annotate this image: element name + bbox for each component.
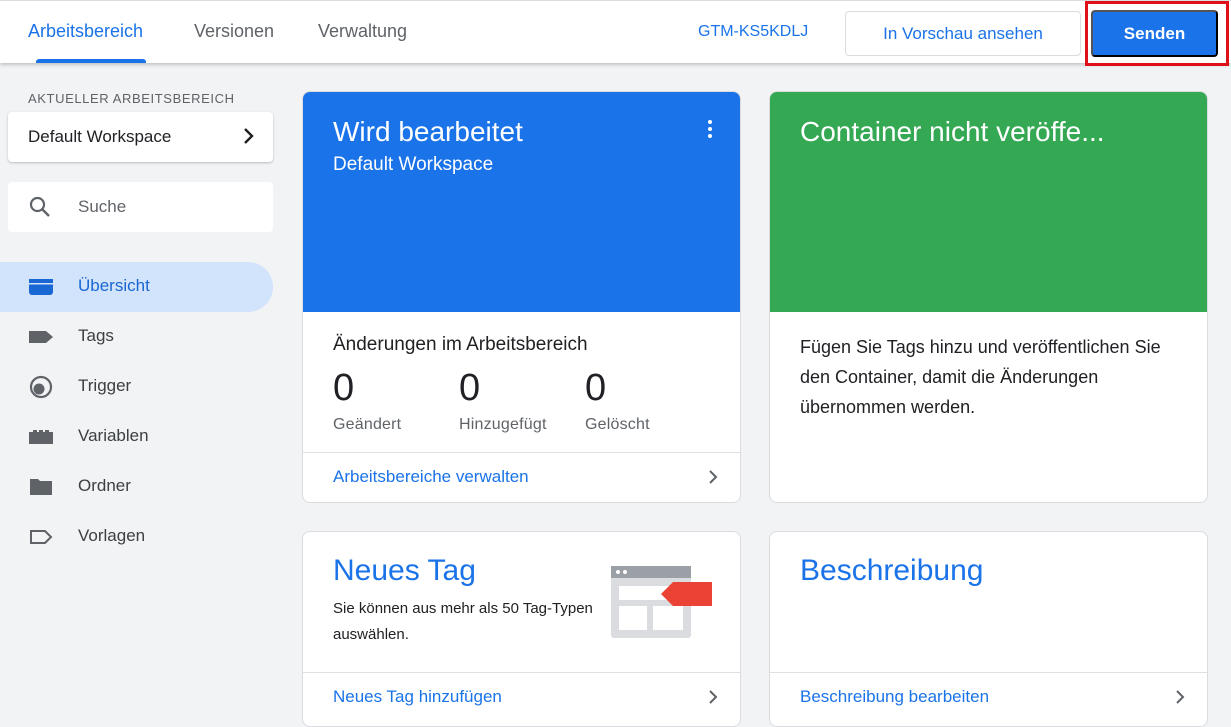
stat-added: 0 Hinzugefügt (459, 366, 547, 434)
new-tag-title: Neues Tag (333, 554, 476, 587)
sidebar-item-label: Variablen (78, 426, 149, 445)
stat-label: Geändert (333, 416, 402, 433)
variables-icon (28, 425, 54, 449)
workspace-card-subtitle: Default Workspace (333, 154, 494, 175)
chevron-right-icon (1175, 689, 1185, 710)
chevron-right-icon (708, 689, 718, 710)
new-tag-text: Sie können aus mehr als 50 Tag-Typen aus… (333, 600, 593, 643)
chevron-right-icon (708, 469, 718, 490)
tab-arbeitsbereich[interactable]: Arbeitsbereich (28, 21, 143, 42)
sidebar-item-label: Trigger (78, 376, 132, 395)
new-tag-card: Neues Tag Sie können aus mehr als 50 Tag… (302, 531, 741, 727)
sidebar-item-label: Übersicht (78, 276, 150, 295)
sidebar-item-label: Ordner (78, 476, 131, 495)
edit-description-row[interactable]: Beschreibung bearbeiten (770, 672, 1207, 722)
tag-illustration-icon (611, 566, 713, 643)
workspace-name: Default Workspace (28, 127, 172, 146)
trigger-icon (28, 375, 54, 399)
sidebar-item-tags[interactable]: Tags (0, 312, 273, 362)
sidebar-item-label: Vorlagen (78, 526, 146, 545)
manage-workspaces-row[interactable]: Arbeitsbereiche verwalten (303, 452, 740, 502)
chevron-right-icon (243, 127, 255, 150)
changes-heading: Änderungen im Arbeitsbereich (333, 334, 588, 355)
workspace-card-title: Wird bearbeitet (333, 116, 523, 147)
sidebar-item-folders[interactable]: Ordner (0, 462, 273, 512)
stat-deleted: 0 Gelöscht (585, 366, 650, 434)
submit-button[interactable]: Senden (1091, 10, 1218, 57)
preview-button[interactable]: In Vorschau ansehen (845, 11, 1081, 56)
tab-versionen[interactable]: Versionen (194, 21, 274, 42)
more-vert-icon[interactable] (708, 120, 714, 141)
search-icon (28, 195, 52, 224)
manage-workspaces-link[interactable]: Arbeitsbereiche verwalten (333, 467, 529, 487)
add-tag-row[interactable]: Neues Tag hinzufügen (303, 672, 740, 722)
sidebar-item-trigger[interactable]: Trigger (0, 362, 273, 412)
active-tab-indicator (36, 59, 146, 63)
stat-value: 0 (585, 367, 607, 409)
sidebar-item-variables[interactable]: Variablen (0, 412, 273, 462)
folder-icon (28, 475, 54, 499)
workspace-caption: AKTUELLER ARBEITSBEREICH (28, 91, 235, 106)
container-card-title: Container nicht veröffe... (800, 116, 1105, 147)
stat-value: 0 (459, 367, 481, 409)
stat-modified: 0 Geändert (333, 366, 401, 434)
sidebar-item-templates[interactable]: Vorlagen (0, 512, 273, 562)
stat-label: Gelöscht (585, 416, 650, 433)
container-status-card: Container nicht veröffe... Fügen Sie Tag… (769, 91, 1208, 503)
sidebar-item-overview[interactable]: Übersicht (0, 262, 273, 312)
search-box[interactable] (8, 182, 273, 232)
sidebar-item-label: Tags (78, 326, 114, 345)
overview-icon (28, 275, 54, 299)
top-bar: Arbeitsbereich Versionen Verwaltung GTM-… (0, 0, 1231, 66)
container-card-text: Fügen Sie Tags hinzu und veröffentlichen… (800, 337, 1161, 417)
workspace-card-header: Wird bearbeitet Default Workspace (303, 92, 740, 312)
container-card-header: Container nicht veröffe... (770, 92, 1207, 312)
template-icon (28, 525, 54, 549)
tag-icon (28, 325, 54, 349)
add-tag-link[interactable]: Neues Tag hinzufügen (333, 687, 502, 707)
description-card: Beschreibung Beschreibung bearbeiten (769, 531, 1208, 727)
container-id-link[interactable]: GTM-KS5KDLJ (698, 23, 808, 41)
edit-description-link[interactable]: Beschreibung bearbeiten (800, 687, 989, 707)
stat-value: 0 (333, 367, 355, 409)
stat-label: Hinzugefügt (459, 416, 547, 433)
workspace-selector[interactable]: Default Workspace (8, 112, 273, 162)
search-input[interactable] (78, 195, 258, 219)
workspace-card: Wird bearbeitet Default Workspace Änderu… (302, 91, 741, 503)
description-title: Beschreibung (800, 554, 984, 587)
tab-verwaltung[interactable]: Verwaltung (318, 21, 407, 42)
